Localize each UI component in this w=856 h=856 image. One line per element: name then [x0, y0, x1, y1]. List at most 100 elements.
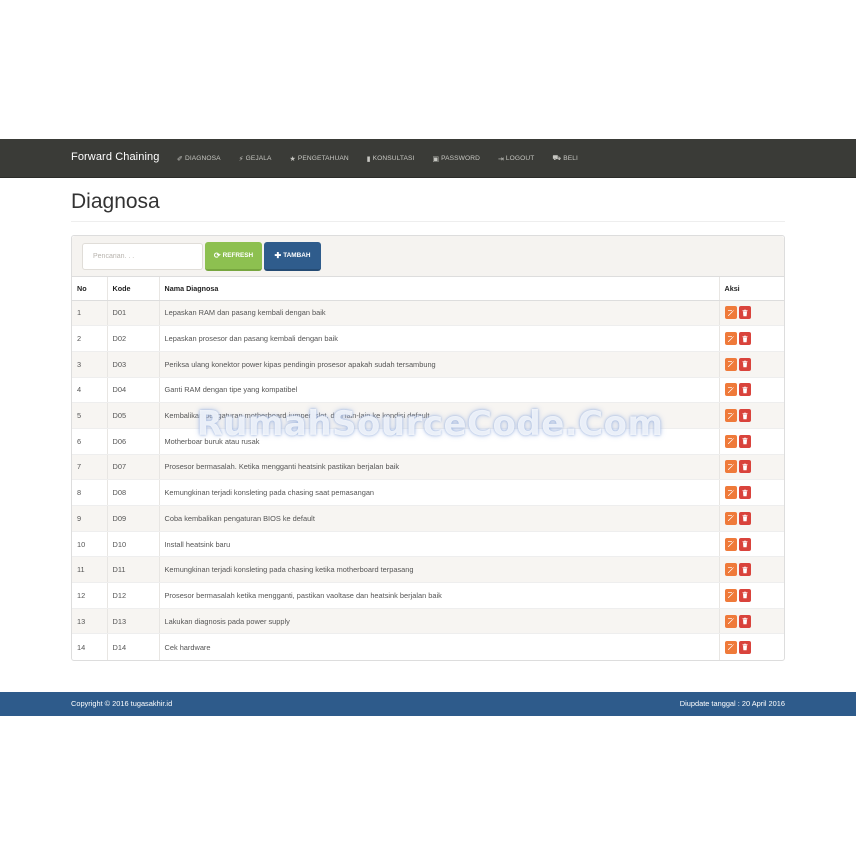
- delete-icon[interactable]: [738, 563, 751, 577]
- delete-icon[interactable]: [738, 614, 751, 628]
- cell-kode: D03: [107, 351, 160, 378]
- search-input[interactable]: [82, 243, 203, 270]
- cell-nama: Cek hardware: [159, 633, 720, 660]
- delete-icon[interactable]: [738, 434, 751, 448]
- edit-icon[interactable]: [724, 434, 737, 448]
- nav-item-konsultasi[interactable]: ▮ KONSULTASI: [367, 155, 415, 163]
- cell-kode: D04: [107, 377, 160, 404]
- nav-item-beli[interactable]: ⛟ BELI: [552, 154, 578, 163]
- cell-no: 4: [72, 377, 108, 404]
- header-aksi: Aksi: [719, 277, 784, 301]
- edit-icon[interactable]: [724, 383, 737, 397]
- edit-icon[interactable]: [724, 306, 737, 320]
- edit-icon[interactable]: [724, 409, 737, 423]
- edit-icon[interactable]: [724, 588, 737, 602]
- header-kode: Kode: [107, 277, 160, 301]
- cell-no: 9: [72, 505, 108, 532]
- diagnosa-table: No Kode Nama Diagnosa Aksi 1 D01 Lepaskan …: [72, 277, 784, 660]
- edit-icon[interactable]: [724, 563, 737, 577]
- nav-item-label: LOGOUT: [505, 155, 535, 162]
- delete-icon[interactable]: [738, 511, 751, 525]
- cell-nama: Prosesor bermasalah. Ketika mengganti he…: [159, 454, 720, 481]
- delete-icon[interactable]: [738, 332, 751, 346]
- cell-kode: D07: [107, 454, 160, 481]
- nav-item-label: KONSULTASI: [372, 155, 415, 162]
- edit-icon[interactable]: [724, 486, 737, 500]
- delete-icon[interactable]: [738, 640, 751, 654]
- table-row: 13 D13 Lakukan diagnosis pada power supply: [72, 608, 784, 635]
- cell-aksi: [719, 402, 784, 429]
- cell-no: 11: [72, 556, 108, 584]
- cell-nama: Motherboar buruk atau rusak: [159, 428, 720, 455]
- edit-icon[interactable]: [724, 537, 737, 551]
- table-row: 4 D04 Ganti RAM dengan tipe yang kompatibe…: [72, 377, 784, 404]
- cell-aksi: [719, 377, 784, 404]
- cell-aksi: [719, 454, 784, 481]
- cell-kode: D06: [107, 428, 160, 455]
- table-row: 2 D02 Lepaskan prosesor dan pasang kembali…: [72, 325, 784, 352]
- edit-icon[interactable]: [724, 640, 737, 654]
- nav-item-diagnosa[interactable]: ✐ DIAGNOSA: [177, 155, 221, 163]
- delete-icon[interactable]: [738, 537, 751, 551]
- cell-no: 14: [72, 633, 108, 660]
- nav-item-pengetahuan[interactable]: ★ PENGETAHUAN: [289, 155, 348, 163]
- nav-item-password[interactable]: ▣ PASSWORD: [432, 155, 480, 163]
- cart-icon: ⛟: [552, 155, 562, 162]
- table-row: 5 D05 Kembalikan pengaturan motherboard ju…: [72, 402, 784, 429]
- cell-nama: Prosesor bermasalah ketika mengganti, pa…: [159, 582, 720, 609]
- header-nama: Nama Diagnosa: [159, 277, 720, 301]
- cell-nama: Coba kembalikan pengaturan BIOS ke defau…: [159, 505, 720, 532]
- cell-no: 5: [72, 402, 108, 429]
- cell-kode: D12: [107, 582, 160, 609]
- delete-icon[interactable]: [738, 486, 751, 500]
- cell-nama: Kembalikan pengaturan motherboard jumper…: [159, 402, 720, 429]
- cell-aksi: [719, 582, 784, 609]
- cell-no: 1: [72, 300, 108, 327]
- cell-no: 10: [72, 531, 108, 558]
- cell-aksi: [719, 351, 784, 378]
- cell-nama: Kemungkinan terjadi konsleting pada chas…: [159, 556, 720, 584]
- cell-aksi: [719, 634, 784, 660]
- cell-kode: D05: [107, 402, 160, 429]
- cell-nama: Kemungkinan terjadi konsleting pada chas…: [159, 479, 720, 506]
- nav-item-gejala[interactable]: ⚡ GEJALA: [239, 155, 272, 163]
- nav-item-logout[interactable]: ⇥ LOGOUT: [498, 155, 534, 163]
- cell-kode: D10: [107, 531, 160, 558]
- edit-icon[interactable]: [724, 332, 737, 346]
- edit-icon[interactable]: [724, 460, 737, 474]
- star-icon: ★: [289, 155, 296, 163]
- refresh-button[interactable]: ⟳ REFRESH: [205, 242, 262, 271]
- delete-icon[interactable]: [738, 306, 751, 320]
- delete-icon[interactable]: [738, 588, 751, 602]
- logout-icon: ⇥: [497, 155, 504, 163]
- refresh-icon: ⟳: [213, 251, 221, 260]
- cell-kode: D14: [107, 633, 160, 660]
- cell-kode: D01: [107, 300, 160, 327]
- table-row: 9 D09 Coba kembalikan pengaturan BIOS ke d…: [72, 505, 784, 532]
- title-divider: [71, 221, 785, 222]
- cell-no: 2: [72, 325, 108, 352]
- delete-icon[interactable]: [738, 383, 751, 397]
- cell-kode: D08: [107, 479, 160, 506]
- delete-icon[interactable]: [738, 409, 751, 423]
- footer-copyright: Copyright © 2016 tugasakhir.id: [71, 699, 173, 708]
- table-row: 8 D08 Kemungkinan terjadi konsleting pada …: [72, 479, 784, 506]
- cell-nama: Lepaskan prosesor dan pasang kembali den…: [159, 325, 720, 352]
- table-row: 14 D14 Cek hardware: [72, 633, 784, 660]
- nav-item-label: PASSWORD: [441, 155, 480, 162]
- footer: Copyright © 2016 tugasakhir.id Diupdate …: [0, 692, 856, 716]
- diagnosa-panel: ⟳ REFRESH ✚ TAMBAH No Kode Nama Diagnosa…: [71, 235, 785, 661]
- bolt-icon: ⚡: [238, 155, 244, 163]
- add-button[interactable]: ✚ TAMBAH: [264, 242, 321, 271]
- cell-no: 12: [72, 582, 108, 609]
- edit-icon[interactable]: [724, 511, 737, 525]
- table-row: 3 D03 Periksa ulang konektor power kipas p…: [72, 351, 784, 378]
- top-navbar: Forward Chaining ✐ DIAGNOSA ⚡ GEJALA ★ PENGET…: [0, 139, 856, 178]
- nav-item-label: DIAGNOSA: [184, 155, 221, 162]
- cell-aksi: [719, 608, 784, 635]
- brand-link[interactable]: Forward Chaining: [71, 151, 159, 163]
- edit-icon[interactable]: [724, 357, 737, 371]
- delete-icon[interactable]: [738, 460, 751, 474]
- edit-icon[interactable]: [724, 614, 737, 628]
- delete-icon[interactable]: [738, 357, 751, 371]
